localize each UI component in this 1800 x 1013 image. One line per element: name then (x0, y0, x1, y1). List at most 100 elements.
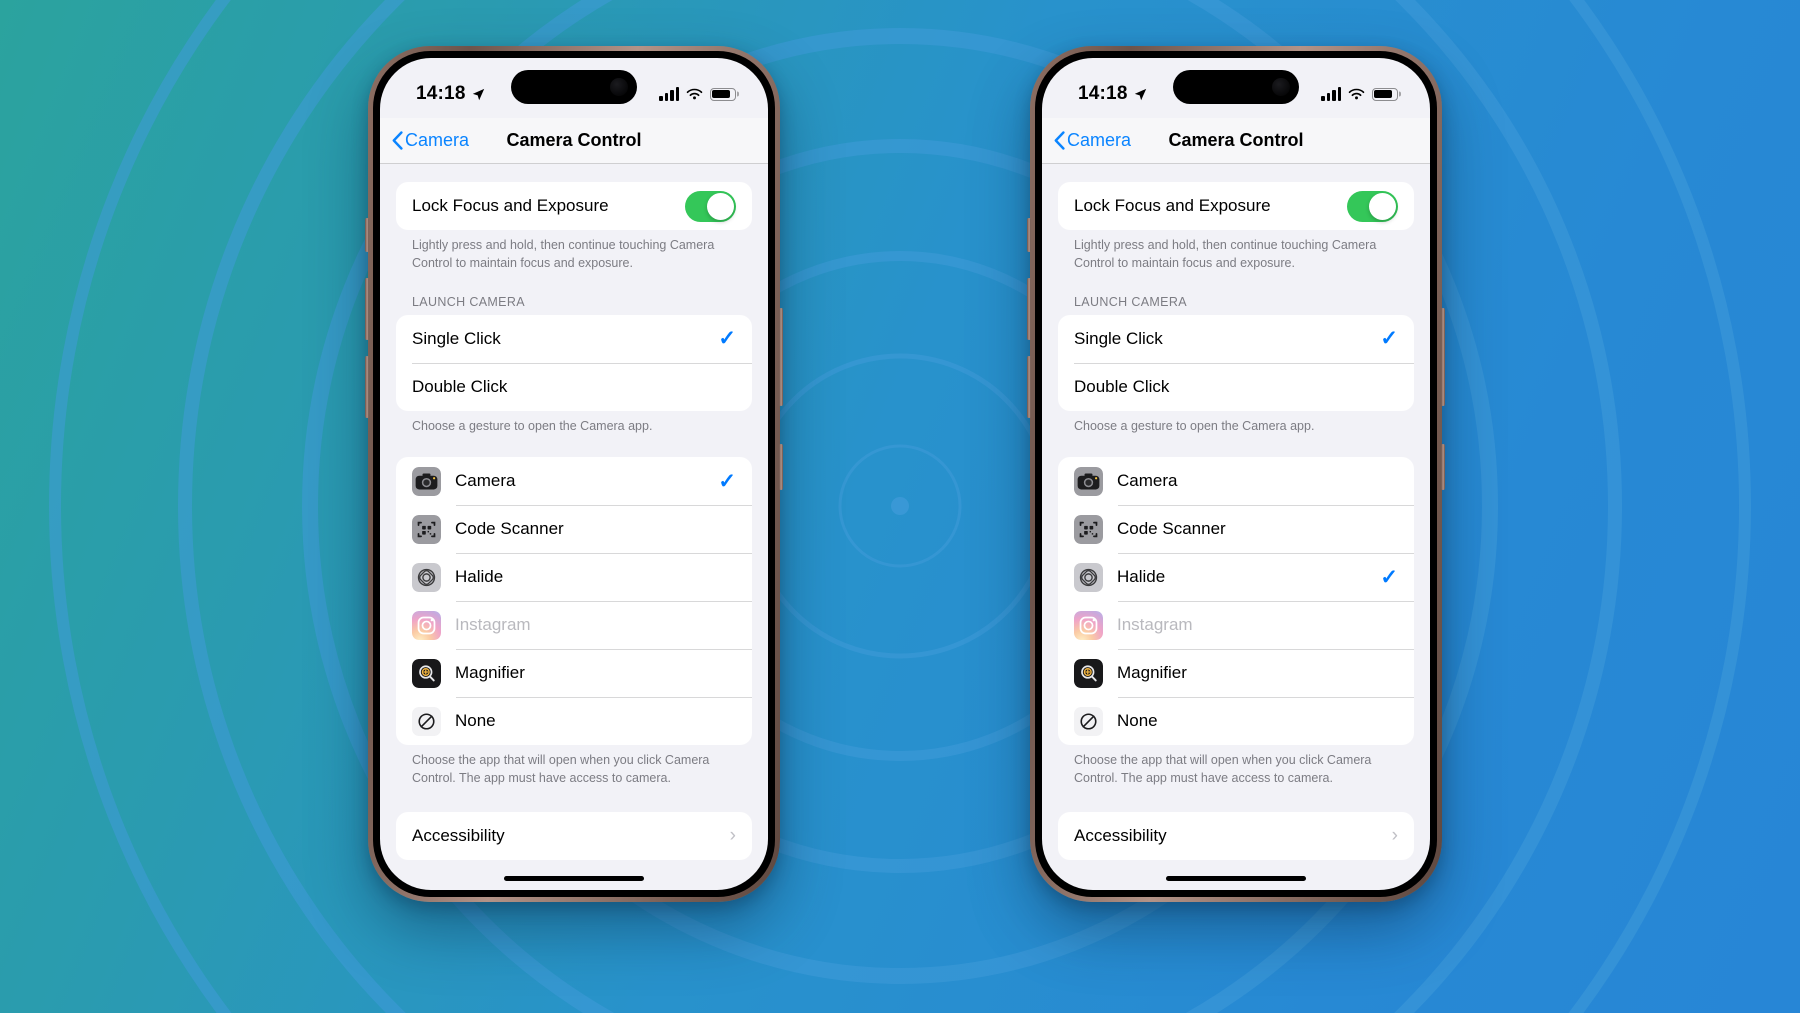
home-indicator[interactable] (1166, 876, 1306, 881)
screenshot-stage: 14:18 Camera Camera Control Lock Focus a… (0, 0, 1800, 1013)
dynamic-island[interactable] (511, 70, 637, 104)
chevron-left-icon (392, 131, 403, 150)
app-row-instagram: Instagram (1058, 601, 1414, 649)
lock-focus-row[interactable]: Lock Focus and Exposure (396, 182, 752, 230)
app-label: None (1117, 711, 1158, 731)
app-row-camera[interactable]: Camera (1058, 457, 1414, 505)
battery-icon (710, 87, 736, 101)
volume-up-button[interactable] (1027, 278, 1031, 340)
checkmark-icon: ✓ (718, 327, 736, 350)
accessibility-row[interactable]: Accessibility › (396, 812, 752, 860)
launch-camera-footnote: Choose a gesture to open the Camera app. (1074, 418, 1315, 433)
power-button[interactable] (1441, 308, 1445, 406)
lock-focus-footnote: Lightly press and hold, then continue to… (1074, 238, 1377, 270)
settings-content: Lock Focus and Exposure Lightly press an… (1042, 182, 1430, 860)
navigation-bar: Camera Camera Control (1042, 118, 1430, 164)
lock-focus-toggle[interactable] (685, 190, 736, 222)
app-label: Code Scanner (1117, 519, 1226, 539)
wifi-icon (686, 88, 703, 99)
cellular-signal-icon (659, 87, 679, 101)
concentric-rings-background (49, 0, 1751, 1013)
option-label: Double Click (1074, 376, 1170, 396)
dynamic-island[interactable] (1173, 70, 1299, 104)
apps-footnote: Choose the app that will open when you c… (1074, 753, 1372, 785)
back-button-label: Camera (1067, 130, 1132, 150)
phone-bezel: 14:18 Camera Camera Control Lock Focus a… (1035, 51, 1437, 897)
magnifier-app-icon (412, 658, 441, 688)
volume-down-button[interactable] (1027, 356, 1031, 418)
option-single-click[interactable]: Single Click ✓ (396, 315, 752, 363)
cellular-signal-icon (1321, 87, 1341, 101)
accessibility-label: Accessibility (1074, 825, 1167, 845)
launch-camera-footnote: Choose a gesture to open the Camera app. (412, 418, 653, 433)
home-indicator[interactable] (504, 876, 644, 881)
back-button-label: Camera (405, 130, 470, 150)
status-time: 14:18 (416, 83, 466, 104)
launch-camera-header: LAUNCH CAMERA (412, 294, 525, 309)
accessibility-group: Accessibility › (396, 811, 752, 860)
status-time-group: 14:18 (416, 83, 485, 105)
apps-footnote: Choose the app that will open when you c… (412, 753, 710, 785)
app-row-magnifier[interactable]: Magnifier (396, 649, 752, 697)
silent-switch[interactable] (1027, 218, 1031, 252)
status-bar: 14:18 (380, 58, 768, 118)
app-row-code-scanner[interactable]: Code Scanner (396, 505, 752, 553)
status-time-group: 14:18 (1078, 83, 1147, 105)
app-row-none[interactable]: None (1058, 697, 1414, 745)
iphone-right: 14:18 Camera Camera Control Lock Focus a… (1027, 46, 1445, 902)
launch-camera-group: Single Click ✓ Double Click (1058, 314, 1414, 411)
accessibility-group: Accessibility › (1058, 811, 1414, 860)
magnifier-app-icon (1074, 658, 1103, 688)
app-label: Magnifier (455, 663, 525, 683)
app-label: Halide (455, 567, 504, 587)
camera-control-button[interactable] (1441, 444, 1445, 490)
app-row-none[interactable]: None (396, 697, 752, 745)
settings-content: Lock Focus and Exposure Lightly press an… (380, 182, 768, 860)
app-row-halide[interactable]: Halide (396, 553, 752, 601)
power-button[interactable] (779, 308, 783, 406)
lock-focus-toggle[interactable] (1347, 190, 1398, 222)
toggle-knob (707, 192, 734, 220)
camera-app-icon (412, 466, 441, 496)
app-label: None (455, 711, 496, 731)
option-label: Double Click (412, 376, 508, 396)
checkmark-icon: ✓ (718, 469, 736, 493)
apps-group: Camera ✓ Code Scanner Halide Instagram M… (396, 457, 752, 746)
chevron-right-icon: › (1391, 825, 1398, 847)
lock-focus-row[interactable]: Lock Focus and Exposure (1058, 182, 1414, 230)
camera-control-button[interactable] (779, 444, 783, 490)
app-label: Magnifier (1117, 663, 1187, 683)
volume-up-button[interactable] (365, 278, 369, 340)
app-label: Code Scanner (455, 519, 564, 539)
option-double-click[interactable]: Double Click (1058, 362, 1414, 411)
accessibility-label: Accessibility (412, 825, 505, 845)
app-row-code-scanner[interactable]: Code Scanner (1058, 505, 1414, 553)
instagram-app-icon (1074, 610, 1103, 640)
status-icons-group (659, 87, 736, 101)
location-arrow-icon (1134, 88, 1146, 100)
phone-bezel: 14:18 Camera Camera Control Lock Focus a… (373, 51, 775, 897)
instagram-app-icon (412, 610, 441, 640)
lock-focus-group: Lock Focus and Exposure (1058, 182, 1414, 230)
app-label: Halide (1117, 567, 1166, 587)
app-label: Camera (1117, 471, 1178, 491)
volume-down-button[interactable] (365, 356, 369, 418)
silent-switch[interactable] (365, 218, 369, 252)
toggle-knob (1369, 192, 1396, 220)
app-row-halide[interactable]: Halide ✓ (1058, 553, 1414, 601)
app-row-magnifier[interactable]: Magnifier (1058, 649, 1414, 697)
status-icons-group (1321, 87, 1398, 101)
lock-focus-label: Lock Focus and Exposure (1074, 196, 1271, 215)
back-button[interactable]: Camera (1054, 130, 1131, 151)
halide-app-icon (1074, 562, 1103, 592)
app-row-camera[interactable]: Camera ✓ (396, 457, 752, 505)
accessibility-row[interactable]: Accessibility › (1058, 812, 1414, 860)
none-slash-icon (412, 706, 441, 736)
option-double-click[interactable]: Double Click (396, 362, 752, 411)
option-single-click[interactable]: Single Click ✓ (1058, 315, 1414, 363)
phone-screen: 14:18 Camera Camera Control Lock Focus a… (1042, 58, 1430, 890)
apps-group: Camera Code Scanner Halide ✓ Instagram M… (1058, 457, 1414, 746)
halide-app-icon (412, 562, 441, 592)
back-button[interactable]: Camera (392, 130, 469, 151)
option-label: Single Click (1074, 328, 1163, 348)
